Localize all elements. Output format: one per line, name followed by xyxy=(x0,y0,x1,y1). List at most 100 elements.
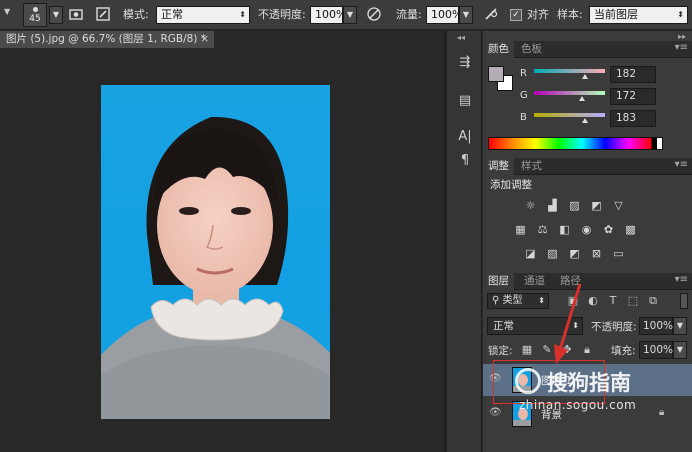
panel-menu-icon[interactable]: ▾≡ xyxy=(675,159,688,170)
panel-menu-icon[interactable]: ▾≡ xyxy=(675,42,688,53)
select-arrows-icon: ⬍ xyxy=(239,10,246,19)
channel-r-slider[interactable] xyxy=(534,69,605,73)
channel-b-thumb[interactable] xyxy=(581,118,588,123)
foreground-color-swatch[interactable] xyxy=(488,66,504,82)
brush-dot-icon xyxy=(33,7,38,12)
tab-adjustments[interactable]: 调整 xyxy=(483,158,514,175)
align-label: 对齐 xyxy=(527,8,549,21)
history-panel-icon[interactable]: ⇶ xyxy=(455,53,475,73)
layer-filter-value: 类型 xyxy=(502,295,523,306)
levels-icon[interactable]: ▟ xyxy=(545,199,560,213)
layer-thumbnail xyxy=(512,401,532,427)
selective-color-icon[interactable]: ⊠ xyxy=(589,247,604,261)
collapse-arrows-icon[interactable]: ▸▸ xyxy=(678,32,686,41)
mode-label: 模式: xyxy=(123,8,149,21)
lock-label: 锁定: xyxy=(488,345,513,357)
channel-b-slider[interactable] xyxy=(534,113,605,117)
airbrush-icon[interactable] xyxy=(482,6,500,24)
tab-swatches[interactable]: 色板 xyxy=(516,41,547,58)
channel-g-thumb[interactable] xyxy=(578,96,585,101)
color-balance-icon[interactable]: ⚖ xyxy=(535,223,550,237)
toggle-brush-panel-icon[interactable] xyxy=(94,6,112,24)
panel-menu-icon[interactable]: ▾≡ xyxy=(675,274,688,285)
black-white-icon[interactable]: ◧ xyxy=(557,223,572,237)
flow-arrow[interactable]: ▼ xyxy=(459,6,473,24)
brush-size-value: 45 xyxy=(29,14,41,24)
channel-g-label: G xyxy=(520,90,528,101)
opacity-field[interactable]: 100% xyxy=(310,6,347,24)
search-icon: ⚲ xyxy=(492,295,503,306)
channel-mixer-icon[interactable]: ✿ xyxy=(601,223,616,237)
filter-type-icon[interactable]: T xyxy=(605,293,621,309)
channel-g-field[interactable]: 172 xyxy=(610,88,656,105)
opacity-label: 不透明度: xyxy=(258,8,306,21)
options-bar: ▼ 45 ▼ 模式: 正常 ⬍ 不透明度: 100% ▼ 流量: 100% ▼ … xyxy=(0,0,692,30)
vibrance-icon[interactable]: ▽ xyxy=(611,199,626,213)
close-icon[interactable]: × xyxy=(200,31,209,48)
portrait-illustration xyxy=(101,116,330,419)
layer-opacity-arrow[interactable]: ▼ xyxy=(673,317,687,335)
paragraph-panel-icon[interactable]: ¶ xyxy=(455,151,475,171)
align-checkbox[interactable]: ✓ xyxy=(510,9,522,21)
clone-source-icon[interactable] xyxy=(67,6,85,24)
invert-icon[interactable]: ◪ xyxy=(523,247,538,261)
brush-preset-picker[interactable]: 45 xyxy=(23,3,47,27)
layer-opacity-field[interactable]: 100% xyxy=(639,317,673,335)
brightness-contrast-icon[interactable]: ☼ xyxy=(523,199,538,213)
collapsed-panel-strip: ◂◂ ⇶ ▤ A| ¶ xyxy=(447,31,482,452)
annotation-arrow xyxy=(554,283,582,364)
tab-color[interactable]: 颜色 xyxy=(483,41,514,58)
pressure-opacity-icon[interactable] xyxy=(365,6,383,24)
select-arrows-icon: ⬍ xyxy=(677,10,684,19)
mode-select-value: 正常 xyxy=(161,8,183,21)
threshold-icon[interactable]: ◩ xyxy=(567,247,582,261)
posterize-icon[interactable]: ▧ xyxy=(545,247,560,261)
flow-field[interactable]: 100% xyxy=(426,6,463,24)
layer-opacity-label: 不透明度: xyxy=(591,321,637,333)
fill-label: 填充: xyxy=(611,345,636,357)
lock-transparent-icon[interactable]: ▦ xyxy=(519,342,535,358)
actions-panel-icon[interactable]: ▤ xyxy=(455,91,475,111)
spectrum-ramp[interactable] xyxy=(488,137,663,150)
sample-label: 样本: xyxy=(557,8,583,21)
tab-layers[interactable]: 图层 xyxy=(483,273,514,290)
mode-select[interactable]: 正常 ⬍ xyxy=(156,6,250,24)
filter-shape-icon[interactable]: ⬚ xyxy=(625,293,641,309)
sample-select-value: 当前图层 xyxy=(594,8,638,21)
blend-mode-value: 正常 xyxy=(493,320,514,332)
flow-value: 100% xyxy=(431,8,463,21)
flow-label: 流量: xyxy=(396,8,422,21)
document-tab-title: 图片 (5).jpg @ 66.7% (图层 1, RGB/8) * xyxy=(6,33,206,45)
channel-r-thumb[interactable] xyxy=(581,74,588,79)
layer-name[interactable]: 背景 xyxy=(541,407,562,422)
adjust-panel-tabs: 调整 样式 ▾≡ xyxy=(483,158,692,175)
filter-toggle[interactable] xyxy=(680,293,688,309)
fill-field[interactable]: 100% xyxy=(639,341,673,359)
character-panel-icon[interactable]: A| xyxy=(455,127,475,147)
brush-picker-arrow[interactable]: ▼ xyxy=(49,6,63,24)
opacity-arrow[interactable]: ▼ xyxy=(343,6,357,24)
lock-icon: 🔒︎ xyxy=(659,407,665,418)
adjust-title: 添加调整 xyxy=(490,179,532,191)
channel-r-field[interactable]: 182 xyxy=(610,66,656,83)
filter-smart-object-icon[interactable]: ⧉ xyxy=(645,293,661,309)
color-lookup-icon[interactable]: ▩ xyxy=(623,223,638,237)
portrait-image[interactable] xyxy=(101,85,330,419)
channel-b-label: B xyxy=(520,112,527,123)
sample-select[interactable]: 当前图层 ⬍ xyxy=(589,6,688,24)
fill-arrow[interactable]: ▼ xyxy=(673,341,687,359)
visibility-eye-icon[interactable]: 👁︎ xyxy=(489,407,502,418)
gradient-map-icon[interactable]: ▭ xyxy=(611,247,626,261)
channel-b-field[interactable]: 183 xyxy=(610,110,656,127)
hue-saturation-icon[interactable]: ▦ xyxy=(513,223,528,237)
collapse-arrows-icon[interactable]: ◂◂ xyxy=(457,33,465,42)
photo-filter-icon[interactable]: ◉ xyxy=(579,223,594,237)
tool-preset-arrow[interactable]: ▼ xyxy=(4,7,10,16)
tab-styles[interactable]: 样式 xyxy=(516,158,547,175)
document-tab[interactable]: 图片 (5).jpg @ 66.7% (图层 1, RGB/8) * × xyxy=(0,31,214,48)
exposure-icon[interactable]: ◩ xyxy=(589,199,604,213)
opacity-value: 100% xyxy=(315,8,347,21)
channel-g-slider[interactable] xyxy=(534,91,605,95)
curves-icon[interactable]: ▨ xyxy=(567,199,582,213)
color-panel-tabs: 颜色 色板 ▾≡ xyxy=(483,41,692,58)
